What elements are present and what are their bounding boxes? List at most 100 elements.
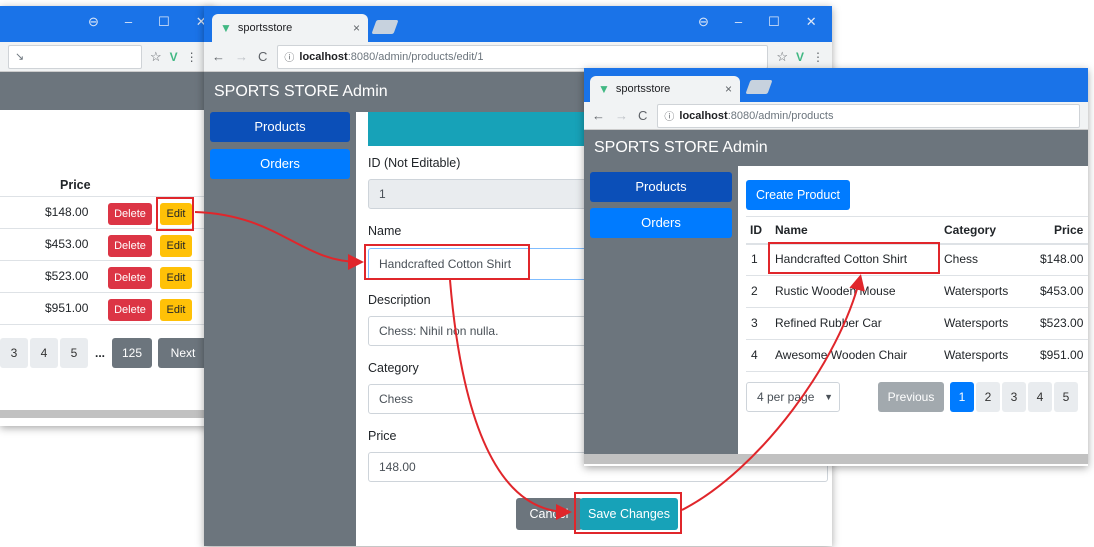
delete-button[interactable]: Delete [108, 235, 152, 257]
url-field[interactable]: ⓘ localhost :8080/admin/products/edit/1 [277, 44, 769, 69]
next-button[interactable]: Next [158, 338, 208, 368]
category-label: Category [368, 361, 419, 375]
minimize-icon[interactable]: – [735, 14, 742, 30]
name-label: Name [368, 224, 402, 238]
browser-tab[interactable]: ▼ sportsstore × [590, 76, 740, 102]
close-icon[interactable]: ✕ [806, 14, 817, 30]
table-header: ID Name Category Price [746, 216, 1088, 245]
reload-icon[interactable]: C [258, 49, 267, 64]
info-icon: ⓘ [284, 53, 295, 64]
edit-button[interactable]: Edit [160, 299, 192, 321]
delete-button[interactable]: Delete [108, 299, 152, 321]
left-address-bar: ↘ ☆ V ⋮ [0, 42, 214, 72]
minimize-icon[interactable]: – [125, 14, 132, 30]
bookmark-star-icon[interactable]: ☆ [776, 49, 788, 65]
price-label: Price [368, 429, 397, 443]
price-cell: $951.00 [45, 301, 89, 315]
account-icon[interactable]: ⊖ [698, 14, 709, 30]
products-table: ID Name Category Price 1 Handcrafted Cot… [746, 216, 1088, 372]
left-row-2: $453.00 Delete Edit [0, 229, 214, 261]
back-icon[interactable]: ← [212, 49, 225, 64]
account-icon[interactable]: ⊖ [88, 14, 99, 30]
cancel-button[interactable]: Cancel [516, 498, 582, 530]
left-tab-bar: ⊖ – ☐ ✕ [0, 6, 214, 42]
vue-logo-icon: ▼ [220, 21, 232, 35]
edit-button[interactable]: Edit [160, 235, 192, 257]
edit-button[interactable]: Edit [160, 267, 192, 289]
tab-title: sportsstore [237, 22, 293, 34]
header-name: Name [775, 223, 808, 237]
price-cell: $453.00 [45, 237, 89, 251]
left-price-header: Price [60, 178, 91, 192]
previous-button[interactable]: Previous [878, 382, 944, 412]
forward-icon[interactable]: → [615, 108, 628, 123]
page-button[interactable]: 5 [1054, 382, 1078, 412]
delete-button[interactable]: Delete [108, 267, 152, 289]
tab-title: sportsstore [615, 83, 671, 95]
cell-category: Watersports [944, 348, 1009, 362]
cell-id: 1 [751, 252, 758, 266]
list-address-bar: ← → C ⓘ localhost :8080/admin/products [584, 102, 1088, 130]
tab-close-icon[interactable]: × [725, 82, 732, 96]
sidebar-item-orders[interactable]: Orders [210, 149, 350, 179]
sidebar-item-products[interactable]: Products [590, 172, 732, 202]
url-path: :8080/admin/products [727, 109, 834, 122]
reload-icon[interactable]: C [638, 108, 647, 123]
url-field[interactable]: ⓘ localhost :8080/admin/products [657, 103, 1080, 128]
highlight-save-button [574, 492, 682, 534]
app-title: SPORTS STORE Admin [594, 139, 768, 156]
sidebar-item-products[interactable]: Products [210, 112, 350, 142]
left-scrollbar[interactable] [0, 410, 214, 418]
sidebar-item-orders[interactable]: Orders [590, 208, 732, 238]
per-page-select[interactable]: 4 per page ▼ [746, 382, 840, 412]
page-button-active[interactable]: 1 [950, 382, 974, 412]
maximize-icon[interactable]: ☐ [158, 14, 170, 30]
cell-id: 3 [751, 316, 758, 330]
edit-tab-bar: ▼ sportsstore × ⊖ – ☐ ✕ [204, 6, 832, 42]
left-pagination: 3 4 5 ... 125 Next [0, 338, 214, 370]
left-row-4: $951.00 Delete Edit [0, 293, 214, 325]
menu-kebab-icon[interactable]: ⋮ [812, 50, 824, 64]
vue-devtools-icon[interactable]: V [170, 50, 178, 64]
new-tab-button[interactable] [371, 20, 399, 34]
list-tab-bar: ▼ sportsstore × [584, 68, 1088, 102]
new-tab-button[interactable] [745, 80, 773, 94]
price-cell: $523.00 [45, 269, 89, 283]
tab-close-icon[interactable]: × [353, 21, 360, 35]
delete-button[interactable]: Delete [108, 203, 152, 225]
info-icon: ⓘ [664, 112, 675, 123]
vue-logo-icon: ▼ [598, 82, 610, 96]
id-label: ID (Not Editable) [368, 156, 461, 170]
table-row: 2 Rustic Wooden Mouse Watersports $453.0… [746, 276, 1088, 308]
left-app-header [0, 72, 214, 110]
left-url-field[interactable]: ↘ [8, 44, 142, 69]
horizontal-scrollbar[interactable] [584, 454, 1088, 464]
page-button[interactable]: 5 [60, 338, 88, 368]
table-row: 4 Awesome Wooden Chair Watersports $951.… [746, 340, 1088, 372]
page-button[interactable]: 3 [0, 338, 28, 368]
cell-price: $453.00 [1040, 284, 1084, 298]
create-product-button[interactable]: Create Product [746, 180, 850, 210]
url-path: :8080/admin/products/edit/1 [347, 50, 484, 63]
forward-icon[interactable]: → [235, 49, 248, 64]
url-host: localhost [299, 50, 348, 63]
bookmark-star-icon[interactable]: ☆ [150, 49, 162, 65]
page-button[interactable]: 125 [112, 338, 152, 368]
left-row-3: $523.00 Delete Edit [0, 261, 214, 293]
header-category: Category [944, 223, 997, 237]
menu-kebab-icon[interactable]: ⋮ [186, 50, 198, 64]
cell-price: $148.00 [1040, 252, 1084, 266]
page-button[interactable]: 2 [976, 382, 1000, 412]
maximize-icon[interactable]: ☐ [768, 14, 780, 30]
cell-id: 4 [751, 348, 758, 362]
price-cell: $148.00 [45, 205, 89, 219]
page-button[interactable]: 4 [30, 338, 58, 368]
page-button[interactable]: 4 [1028, 382, 1052, 412]
vue-devtools-icon[interactable]: V [796, 50, 804, 64]
url-host: localhost [679, 109, 728, 122]
page-button[interactable]: 3 [1002, 382, 1026, 412]
page-ellipsis: ... [94, 346, 105, 360]
browser-tab[interactable]: ▼ sportsstore × [212, 14, 368, 42]
app-header: SPORTS STORE Admin [584, 130, 1088, 166]
back-icon[interactable]: ← [592, 108, 605, 123]
